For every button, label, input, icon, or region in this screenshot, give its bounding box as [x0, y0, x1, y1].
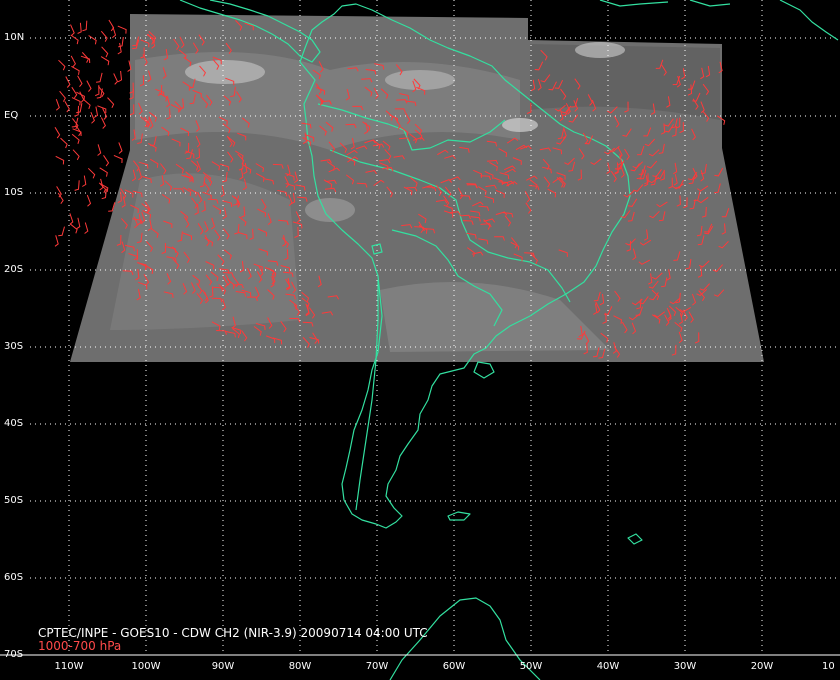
pressure-layer-label: 1000-700 hPa: [38, 639, 122, 653]
lat-label-50s: 50S: [4, 495, 24, 506]
lat-label-10n: 10N: [4, 32, 25, 43]
lat-label-20s: 20S: [4, 264, 24, 275]
product-title: CPTEC/INPE - GOES10 - CDW CH2 (NIR-3.9) …: [38, 626, 428, 640]
lon-label-20w: 20W: [750, 661, 774, 672]
lat-label-40s: 40S: [4, 418, 24, 429]
lon-label-70w: 70W: [365, 661, 389, 672]
lon-label-40w: 40W: [596, 661, 620, 672]
lon-label-110w: 110W: [54, 661, 84, 672]
satellite-wind-map: 10N EQ 10S 20S 30S 40S 50S 60S 70S 110W …: [0, 0, 840, 680]
satellite-imagery: [70, 14, 764, 362]
lat-label-60s: 60S: [4, 572, 24, 583]
map-canvas: [0, 0, 840, 680]
lon-label-30w: 30W: [673, 661, 697, 672]
lat-label-70s: 70S: [4, 649, 24, 660]
lat-label-30s: 30S: [4, 341, 24, 352]
lat-label-10s: 10S: [4, 187, 24, 198]
lon-label-60w: 60W: [442, 661, 466, 672]
lon-label-80w: 80W: [288, 661, 312, 672]
lon-label-90w: 90W: [211, 661, 235, 672]
lat-label-eq: EQ: [4, 110, 19, 121]
lon-label-50w: 50W: [519, 661, 543, 672]
lon-label-100w: 100W: [131, 661, 161, 672]
lon-label-10w: 10: [822, 661, 835, 672]
